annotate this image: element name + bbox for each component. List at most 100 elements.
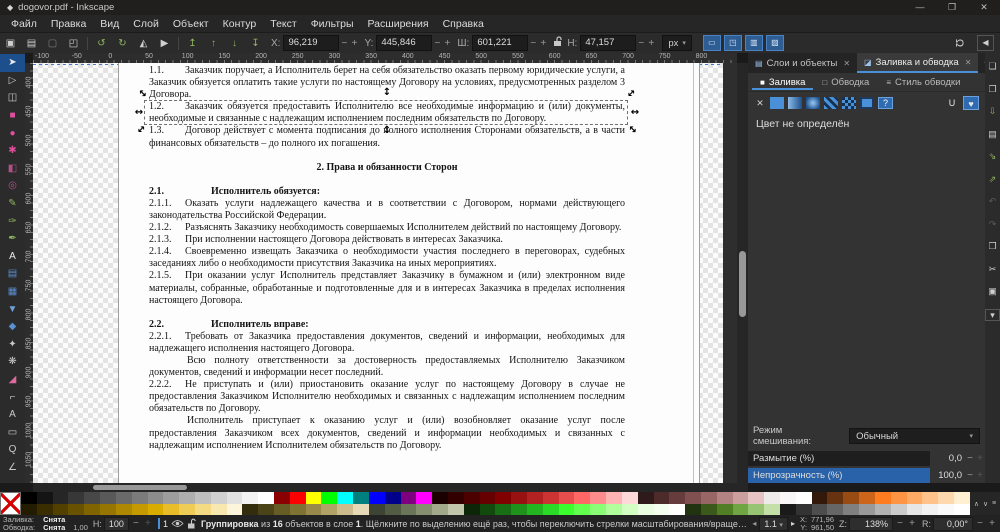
linear-gradient-button[interactable] (788, 96, 802, 109)
raise-icon[interactable]: ↑ (203, 38, 224, 49)
shape-builder-tool[interactable]: ◫ (0, 89, 25, 107)
color-swatch[interactable] (400, 492, 417, 504)
color-swatch[interactable] (210, 503, 227, 515)
dock-tab-1[interactable]: ◪ Заливка и обводка ✕ (857, 53, 979, 73)
color-swatch[interactable] (226, 492, 243, 504)
flip-horizontal-icon[interactable]: ◭ (133, 38, 154, 49)
color-swatch[interactable] (52, 492, 69, 504)
canvas[interactable]: 1.1. Заказчик поручает, а Исполнитель бер… (33, 63, 737, 483)
no-color-swatch[interactable] (0, 492, 21, 515)
color-swatch[interactable] (859, 503, 875, 515)
color-swatch[interactable] (131, 492, 148, 504)
horizontal-ruler[interactable]: -100 -50 0 50 100 150 200 250 300 350 400 450 500 550… (33, 53, 737, 63)
connector-tool[interactable]: ⌐ (0, 388, 25, 406)
x-coordinate-spinner[interactable]: X: 96,219 − + (271, 35, 359, 51)
color-swatch[interactable] (827, 492, 844, 504)
color-swatch[interactable] (495, 503, 512, 515)
color-swatch[interactable] (574, 503, 591, 515)
color-swatch[interactable] (716, 503, 733, 515)
color-swatch[interactable] (874, 503, 891, 515)
height-spinner[interactable]: H: 47,157 − + (567, 35, 656, 51)
height-field[interactable]: 47,157 (580, 35, 637, 51)
cut-icon[interactable]: ✂ (989, 264, 997, 274)
spray-tool[interactable]: ❋ (0, 353, 25, 371)
selection-handle-bottom[interactable]: ↕ (381, 126, 393, 136)
menu-item-6[interactable]: Текст (263, 17, 303, 31)
color-swatch[interactable] (68, 503, 85, 515)
rotation-plus-button[interactable]: + (987, 518, 997, 529)
pages-tool[interactable]: ▭ (0, 423, 25, 441)
menu-item-8[interactable]: Расширения (361, 17, 436, 31)
color-swatch[interactable] (242, 503, 259, 515)
rotate-cw-icon[interactable]: ↻ (112, 38, 133, 49)
radial-gradient-button[interactable] (806, 96, 820, 109)
previous-page-button[interactable]: ◂ (752, 519, 756, 528)
color-swatch[interactable] (479, 492, 496, 504)
layer-indicator[interactable]: 1 (157, 518, 196, 529)
color-swatch[interactable] (36, 503, 53, 515)
color-swatch[interactable] (527, 503, 543, 515)
color-swatch[interactable] (479, 503, 496, 515)
star-tool[interactable]: ✱ (0, 142, 25, 160)
color-swatch[interactable] (843, 503, 860, 515)
color-swatch[interactable] (115, 492, 132, 504)
layer-visibility-eye-icon[interactable] (171, 519, 184, 528)
lower-icon[interactable]: ↓ (224, 38, 245, 49)
palette-menu-icon[interactable]: ≡ (992, 500, 996, 507)
color-swatch[interactable] (922, 503, 939, 515)
blur-plus-button[interactable]: + (975, 453, 985, 464)
color-swatch[interactable] (274, 492, 290, 504)
print-icon[interactable]: ▤ (988, 129, 997, 139)
color-swatch[interactable] (906, 503, 923, 515)
color-swatch[interactable] (368, 492, 385, 504)
width-field[interactable]: 601,221 (472, 35, 529, 51)
color-swatch[interactable] (606, 492, 622, 504)
color-swatch[interactable] (36, 492, 53, 504)
zoom-plus-button[interactable]: + (907, 518, 917, 529)
color-swatch[interactable] (226, 503, 243, 515)
color-swatch[interactable] (447, 503, 464, 515)
scale-gradients-toggle[interactable]: ▥ (744, 35, 763, 51)
deselect-icon[interactable]: ▢ (42, 38, 63, 49)
fill-stroke-indicator[interactable]: Заливка: Снята Обводка: Снята 1,00 (3, 515, 88, 532)
rotate-ccw-icon[interactable]: ↺ (91, 38, 112, 49)
document-page[interactable]: 1.1. Заказчик поручает, а Исполнитель бер… (118, 63, 700, 483)
color-swatch[interactable] (258, 492, 274, 504)
menu-item-7[interactable]: Фильтры (304, 17, 361, 31)
open-document-icon[interactable]: ❐ (988, 84, 996, 94)
spiral-tool[interactable]: ◎ (0, 177, 25, 195)
color-swatch[interactable] (653, 492, 670, 504)
lpe-tool[interactable]: A (0, 406, 25, 424)
color-swatch[interactable] (84, 492, 101, 504)
y-minus-button[interactable]: − (432, 38, 442, 49)
maximize-button[interactable]: ❐ (936, 0, 968, 15)
ellipse-tool[interactable]: ● (0, 124, 25, 142)
color-swatch[interactable] (748, 503, 765, 515)
color-swatch[interactable] (463, 492, 480, 504)
color-swatch[interactable] (337, 492, 354, 504)
color-swatch[interactable] (194, 492, 211, 504)
color-swatch[interactable] (511, 503, 527, 515)
color-swatch[interactable] (400, 503, 417, 515)
color-swatch[interactable] (258, 503, 274, 515)
color-swatch[interactable] (321, 492, 338, 504)
color-swatch[interactable] (447, 492, 464, 504)
color-swatch[interactable] (511, 492, 527, 504)
select-all-layers-icon[interactable]: ▤ (21, 38, 42, 49)
opacity-minus-button[interactable]: − (965, 470, 975, 481)
menu-item-3[interactable]: Слой (126, 17, 166, 31)
selection-handle-top[interactable]: ↕ (381, 88, 393, 98)
color-swatch[interactable] (700, 503, 717, 515)
dropper-tool[interactable]: ▼ (0, 300, 25, 318)
vertical-scrollbar[interactable] (737, 63, 748, 483)
scale-patterns-toggle[interactable]: ▨ (765, 35, 784, 51)
color-swatch[interactable] (21, 492, 37, 504)
color-swatch[interactable] (795, 492, 812, 504)
color-swatch[interactable] (669, 503, 686, 515)
zoom-field[interactable]: 138% (849, 516, 893, 531)
color-swatch[interactable] (811, 503, 828, 515)
paint-bucket-tool[interactable]: ◆ (0, 318, 25, 336)
color-swatch[interactable] (590, 503, 607, 515)
color-swatch[interactable] (432, 492, 448, 504)
flat-color-button[interactable] (770, 96, 784, 109)
